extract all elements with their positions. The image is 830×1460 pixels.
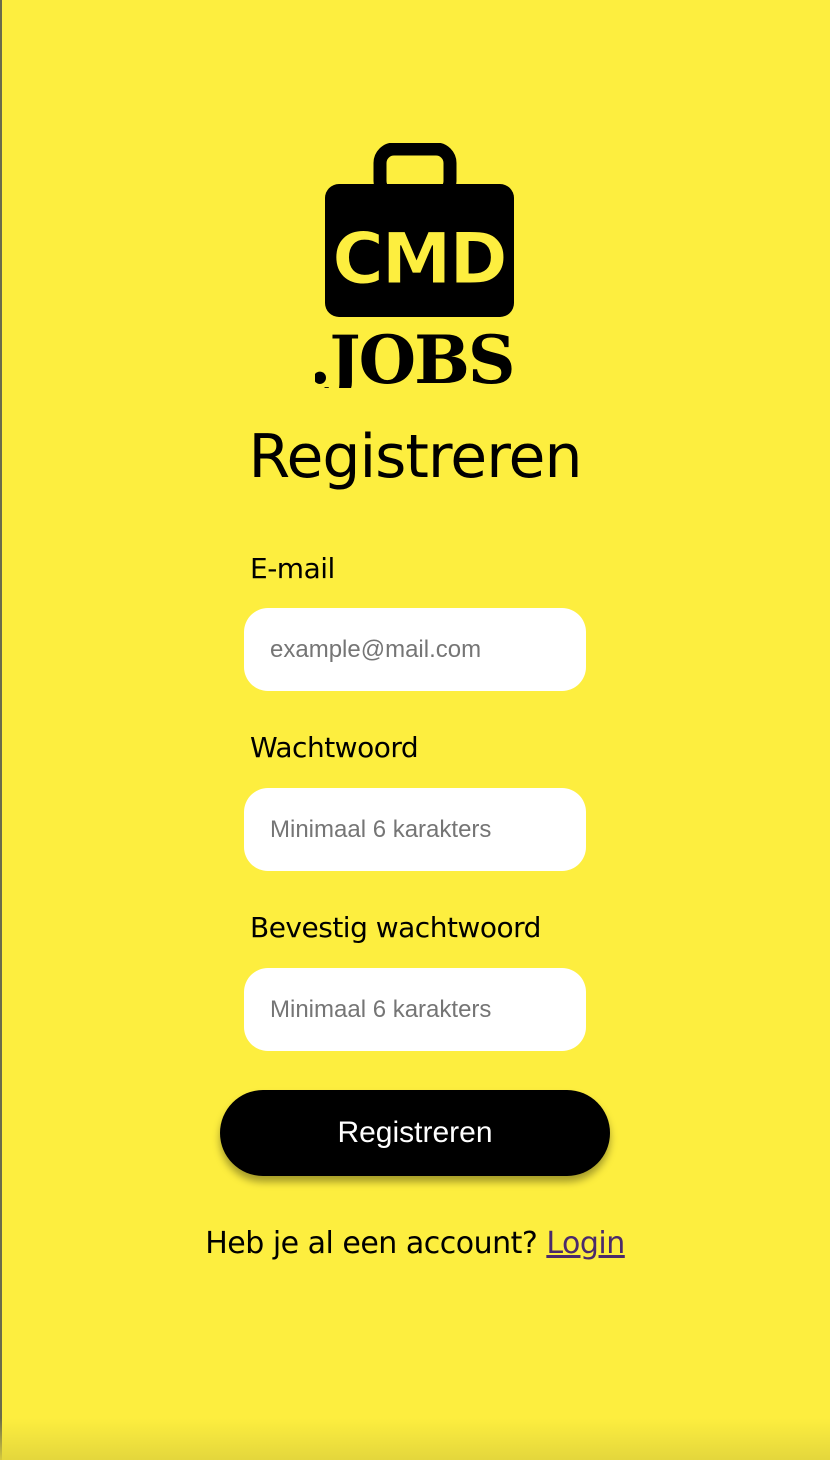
login-prompt-text: Heb je al een account? <box>205 1226 547 1261</box>
logo-bottom-text: .JOBS <box>315 321 514 388</box>
email-label: E-mail <box>250 552 335 585</box>
confirm-password-field[interactable] <box>244 968 586 1051</box>
confirm-password-label: Bevestig wachtwoord <box>250 911 541 944</box>
page-title: Registreren <box>248 422 582 492</box>
login-prompt: Heb je al een account? Login <box>0 1226 830 1261</box>
password-field[interactable] <box>244 788 586 871</box>
email-field[interactable] <box>244 608 586 691</box>
register-button[interactable]: Registreren <box>220 1090 610 1176</box>
logo-top-text: CMD <box>332 218 505 300</box>
briefcase-icon: CMD .JOBS <box>315 143 515 388</box>
password-label: Wachtwoord <box>250 731 419 764</box>
cmd-jobs-logo: CMD .JOBS <box>0 143 830 388</box>
login-link[interactable]: Login <box>546 1226 625 1261</box>
bottom-fade <box>0 1418 830 1460</box>
